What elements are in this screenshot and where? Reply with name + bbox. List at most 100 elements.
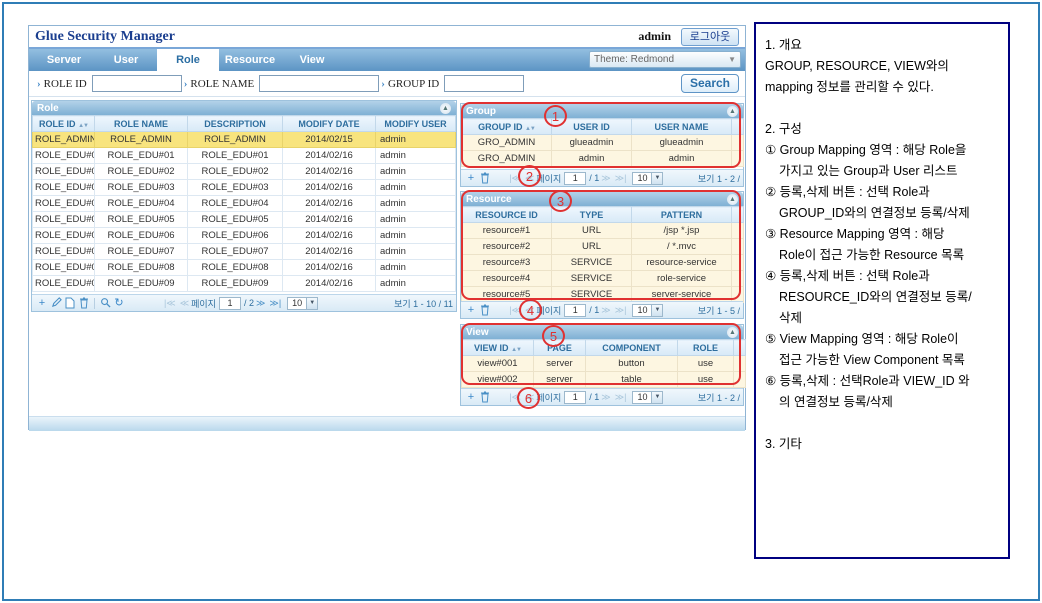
role-col-role-name[interactable]: ROLE NAME [95, 116, 188, 132]
group-col-group-id[interactable]: GROUP ID ▲▼ [462, 119, 552, 135]
next-page-icon[interactable]: ≫ [256, 298, 265, 309]
view-col-view-id[interactable]: VIEW ID ▲▼ [462, 340, 534, 356]
tab-view[interactable]: View [281, 49, 343, 71]
view-panel-header: View ▲ [461, 325, 743, 339]
tab-resource[interactable]: Resource [219, 49, 281, 71]
tab-server[interactable]: Server [33, 49, 95, 71]
edit-icon[interactable] [49, 296, 63, 311]
table-row[interactable]: ROLE_EDU#07ROLE_EDU#07ROLE_EDU#072014/02… [33, 244, 456, 260]
table-cell: admin [376, 132, 456, 148]
table-cell: ROLE_EDU#05 [33, 212, 95, 228]
add-icon[interactable]: + [35, 296, 49, 311]
prev-page-icon[interactable]: ≪ [525, 392, 534, 403]
table-row[interactable]: ROLE_EDU#02ROLE_EDU#02ROLE_EDU#022014/02… [33, 164, 456, 180]
resource-col-pattern[interactable]: PATTERN [632, 207, 732, 223]
group-panel: Group ▲ GROUP ID ▲▼ USER ID USER NAME GR… [460, 103, 744, 187]
next-page-icon[interactable]: ≫ [601, 305, 610, 316]
resource-col-type[interactable]: TYPE [552, 207, 632, 223]
table-row[interactable]: ROLE_EDU#05ROLE_EDU#05ROLE_EDU#052014/02… [33, 212, 456, 228]
view-col-role[interactable]: ROLE [678, 340, 734, 356]
page-size-select[interactable]: 10 ▼ [632, 172, 663, 185]
next-page-icon[interactable]: ≫ [601, 392, 610, 403]
record-range-status: 보기 1 - 10 / 11 [394, 297, 453, 310]
table-row[interactable]: resource#3SERVICEresource-service [462, 255, 744, 271]
add-icon[interactable]: + [464, 171, 478, 186]
first-page-icon[interactable]: |≪ [509, 173, 521, 184]
prev-page-icon[interactable]: ≪ [525, 173, 534, 184]
table-row[interactable]: ROLE_ADMINROLE_ADMINROLE_ADMIN2014/02/15… [33, 132, 456, 148]
logout-button[interactable]: 로그아웃 [681, 28, 739, 46]
app-window: Glue Security Manager admin 로그아웃 Server … [28, 25, 746, 430]
next-page-icon[interactable]: ≫ [601, 173, 610, 184]
delete-icon[interactable] [478, 390, 492, 405]
prev-page-icon[interactable]: ≪ [180, 298, 189, 309]
page-input[interactable] [564, 172, 586, 185]
delete-icon[interactable] [478, 303, 492, 318]
search-record-icon[interactable] [98, 296, 112, 311]
page-input[interactable] [564, 304, 586, 317]
table-row[interactable]: ROLE_EDU#06ROLE_EDU#06ROLE_EDU#062014/02… [33, 228, 456, 244]
role-name-input[interactable] [259, 75, 379, 92]
delete-icon[interactable] [77, 296, 91, 311]
collapse-icon[interactable]: ▲ [727, 106, 738, 117]
role-name-label: ›ROLE NAME [184, 78, 255, 90]
role-col-role-id[interactable]: ROLE ID ▲▼ [33, 116, 95, 132]
role-col-modify-user[interactable]: MODIFY USER [376, 116, 456, 132]
group-id-input[interactable] [444, 75, 524, 92]
table-row[interactable]: ROLE_EDU#08ROLE_EDU#08ROLE_EDU#082014/02… [33, 260, 456, 276]
table-row[interactable]: GRO_ADMINadminadmin [462, 151, 744, 167]
first-page-icon[interactable]: |≪ [509, 392, 521, 403]
view-col-component[interactable]: COMPONENT [586, 340, 678, 356]
note-line: 가지고 있는 Group과 User 리스트 [765, 161, 999, 182]
chevron-down-icon: ▼ [651, 392, 662, 403]
collapse-icon[interactable]: ▲ [727, 327, 738, 338]
table-row[interactable]: view#001serverbuttonuse [462, 356, 746, 372]
table-cell: ROLE_EDU#05 [188, 212, 283, 228]
page-size-select[interactable]: 10 ▼ [632, 304, 663, 317]
table-row[interactable]: ROLE_EDU#04ROLE_EDU#04ROLE_EDU#042014/02… [33, 196, 456, 212]
prev-page-icon[interactable]: ≪ [525, 305, 534, 316]
page-size-select[interactable]: 10 ▼ [287, 297, 318, 310]
group-col-user-name[interactable]: USER NAME [632, 119, 732, 135]
tab-user[interactable]: User [95, 49, 157, 71]
role-col-modify-date[interactable]: MODIFY DATE [283, 116, 376, 132]
tab-role[interactable]: Role [157, 49, 219, 71]
last-page-icon[interactable]: ≫| [615, 173, 627, 184]
last-page-icon[interactable]: ≫| [269, 298, 281, 309]
table-cell: ROLE_EDU#06 [33, 228, 95, 244]
view-col-page[interactable]: PAGE [534, 340, 586, 356]
refresh-icon[interactable]: ↻ [112, 296, 126, 311]
table-row[interactable]: ROLE_EDU#03ROLE_EDU#03ROLE_EDU#032014/02… [33, 180, 456, 196]
page-input[interactable] [564, 391, 586, 404]
table-row[interactable]: resource#4SERVICErole-service [462, 271, 744, 287]
page-input[interactable] [219, 297, 241, 310]
last-page-icon[interactable]: ≫| [615, 392, 627, 403]
search-button[interactable]: Search [681, 74, 739, 93]
record-range-status: 보기 1 - 5 / [698, 304, 740, 317]
table-row[interactable]: resource#1URL/jsp *.jsp [462, 223, 744, 239]
table-row[interactable]: ROLE_EDU#01ROLE_EDU#01ROLE_EDU#012014/02… [33, 148, 456, 164]
page-size-select[interactable]: 10 ▼ [632, 391, 663, 404]
role-id-input[interactable] [92, 75, 182, 92]
add-icon[interactable]: + [464, 303, 478, 318]
table-row[interactable]: ROLE_EDU#09ROLE_EDU#09ROLE_EDU#092014/02… [33, 276, 456, 292]
group-col-user-id[interactable]: USER ID [552, 119, 632, 135]
table-row[interactable]: view#002servertableuse [462, 372, 746, 388]
role-col-description[interactable]: DESCRIPTION [188, 116, 283, 132]
collapse-icon[interactable]: ▲ [727, 194, 738, 205]
scrollbar-strip [732, 135, 744, 151]
table-row[interactable]: resource#2URL/ *.mvc [462, 239, 744, 255]
delete-icon[interactable] [478, 171, 492, 186]
theme-dropdown[interactable]: Theme: Redmond ▼ [589, 51, 741, 68]
add-icon[interactable]: + [464, 390, 478, 405]
view-record-icon[interactable] [63, 296, 77, 311]
scrollbar-strip [732, 151, 744, 167]
note-line: ④ 등록,삭제 버튼 : 선택 Role과 [765, 266, 999, 287]
note-line: RESOURCE_ID와의 연결정보 등록/ [765, 287, 999, 308]
first-page-icon[interactable]: |≪ [509, 305, 521, 316]
collapse-icon[interactable]: ▲ [440, 103, 451, 114]
resource-col-resource-id[interactable]: RESOURCE ID [462, 207, 552, 223]
first-page-icon[interactable]: |≪ [164, 298, 176, 309]
last-page-icon[interactable]: ≫| [615, 305, 627, 316]
table-row[interactable]: GRO_ADMINglueadminglueadmin [462, 135, 744, 151]
